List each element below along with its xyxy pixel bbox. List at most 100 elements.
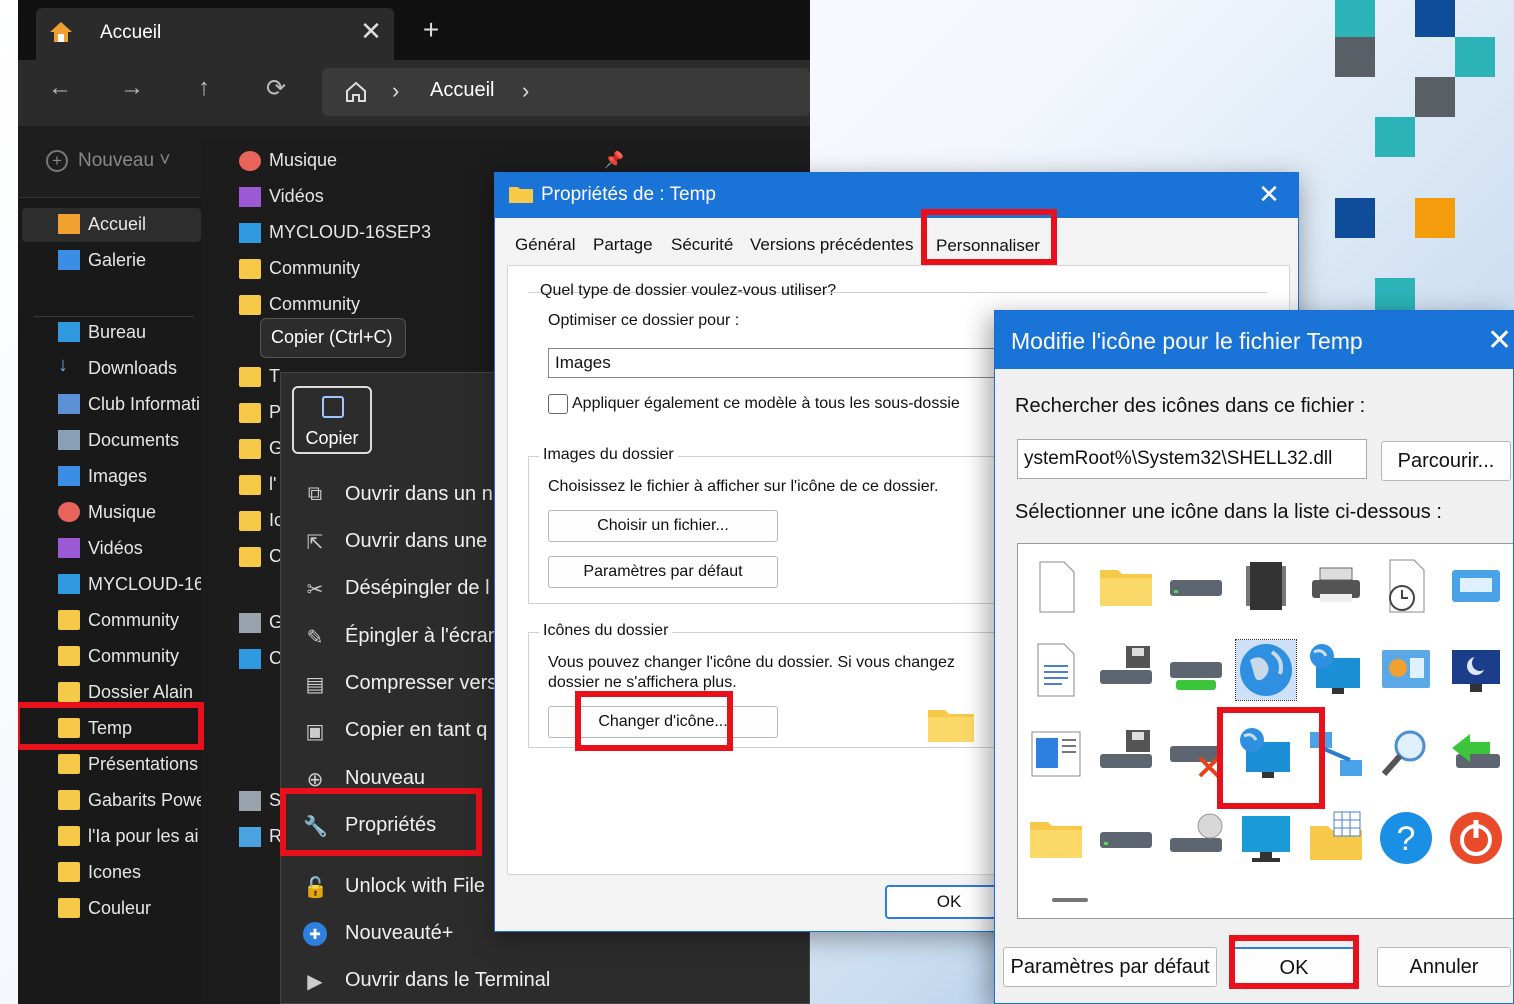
breadcrumb-separator-icon[interactable]: › (392, 78, 399, 104)
floppy-drive-icon[interactable] (1096, 724, 1156, 784)
magnifier-icon[interactable] (1376, 724, 1436, 784)
sidebar-item-8[interactable]: Vidéos (22, 532, 201, 566)
cd-drive-icon[interactable] (1166, 808, 1226, 868)
icon-file-path-input[interactable]: ystemRoot%\System32\SHELL32.dll (1017, 439, 1367, 479)
globe-monitor-icon[interactable] (1306, 640, 1366, 700)
address-bar[interactable]: › Accueil › (322, 68, 810, 116)
folder-icon (239, 439, 261, 459)
videos-icon (58, 538, 80, 558)
optimize-select[interactable]: Images (548, 348, 1008, 378)
change-icon-button[interactable]: Changer d'icône... (548, 706, 778, 738)
apply-subfolders-checkbox[interactable] (548, 394, 568, 414)
copy-path-icon: ▣ (305, 721, 325, 743)
text-document-icon[interactable] (1026, 640, 1086, 700)
tab-general[interactable]: Général (515, 235, 575, 255)
printer-icon[interactable] (1306, 556, 1366, 616)
window-icon[interactable] (1446, 556, 1506, 616)
sidebar-item-15[interactable]: Gabarits Powe (22, 784, 201, 818)
drive-icon[interactable] (1096, 808, 1156, 868)
choose-file-button[interactable]: Choisir un fichier... (548, 510, 778, 542)
folder-icon (239, 475, 261, 495)
globe-monitor-icon[interactable] (1236, 724, 1296, 784)
arrow-drive-icon[interactable] (1446, 724, 1506, 784)
sidebar-item-10[interactable]: Community (22, 604, 201, 638)
sidebar-divider (34, 316, 194, 317)
browse-button[interactable]: Parcourir... (1381, 441, 1511, 481)
folder-icon (239, 547, 261, 567)
horizontal-scrollbar[interactable] (1052, 898, 1088, 902)
icon-list[interactable]: ? (1017, 543, 1513, 919)
sidebar-item-2[interactable]: Bureau (22, 316, 201, 350)
sidebar-item-6[interactable]: Images (22, 460, 201, 494)
drive-icon (239, 613, 261, 633)
sidebar-item-label: Temp (88, 718, 133, 738)
forward-icon[interactable]: → (114, 74, 150, 102)
chip-icon[interactable] (1236, 556, 1296, 616)
close-tab-icon[interactable]: ✕ (356, 16, 386, 47)
sidebar-item-13[interactable]: Temp (22, 712, 201, 746)
sidebar-item-11[interactable]: Community (22, 640, 201, 674)
new-button[interactable]: + Nouveau ˅ (46, 150, 170, 172)
sidebar-item-7[interactable]: Musique (22, 496, 201, 530)
sidebar-item-12[interactable]: Dossier Alain (22, 676, 201, 710)
control-panel-icon[interactable] (1376, 640, 1436, 700)
monitor-icon[interactable] (1236, 808, 1296, 868)
sidebar-item-1[interactable]: Galerie (22, 244, 201, 278)
sidebar-item-17[interactable]: Icones (22, 856, 201, 890)
tab-customize[interactable]: Personnaliser (936, 236, 1040, 256)
folder-icon (239, 403, 261, 423)
sidebar-item-0[interactable]: Accueil (22, 208, 201, 242)
breadcrumb-accueil[interactable]: Accueil (430, 79, 494, 102)
open-new-tab-icon: ⇱ (306, 532, 324, 554)
tab-accueil[interactable]: Accueil ✕ (36, 8, 394, 60)
breadcrumb-separator-icon[interactable]: › (522, 78, 529, 104)
decor-square (1455, 37, 1495, 77)
tab-sharing[interactable]: Partage (593, 235, 653, 255)
sidebar-item-14[interactable]: Présentations (22, 748, 201, 782)
restore-defaults-button[interactable]: Paramètres par défaut (1003, 947, 1217, 987)
drive-error-icon[interactable] (1166, 724, 1226, 784)
home-outline-icon[interactable] (344, 80, 368, 104)
ok-button[interactable]: OK (1231, 947, 1357, 987)
context-menu-label: Nouveau (345, 767, 426, 789)
floppy-drive-icon[interactable] (1096, 640, 1156, 700)
decor-square (1415, 198, 1455, 238)
context-menu-label: Ouvrir dans un n (345, 483, 493, 505)
drive-icon[interactable] (1166, 556, 1226, 616)
monitor-icon (58, 574, 80, 594)
folder-icon[interactable] (1096, 556, 1156, 616)
context-menu-label: Propriétés (345, 814, 437, 836)
navigation-pane: Accueil Galerie Bureau ↓ Downloads Club Infor… (18, 198, 201, 1004)
cancel-button[interactable]: Annuler (1377, 947, 1511, 987)
tab-security[interactable]: Sécurité (671, 235, 733, 255)
monitor-icon (239, 223, 261, 243)
battery-drive-icon[interactable] (1166, 640, 1226, 700)
folder-grid-icon[interactable] (1306, 808, 1366, 868)
sidebar-item-16[interactable]: l'Ia pour les ai (22, 820, 201, 854)
sidebar-item-4[interactable]: Club Informati (22, 388, 201, 422)
blank-document-icon[interactable] (1026, 556, 1086, 616)
blue-document-icon[interactable] (1026, 724, 1086, 784)
network-icon[interactable] (1306, 724, 1366, 784)
restore-defaults-button[interactable]: Paramètres par défaut (548, 556, 778, 588)
sidebar-item-5[interactable]: Documents (22, 424, 201, 458)
tab-previous-versions[interactable]: Versions précédentes (750, 235, 914, 255)
sleep-monitor-icon[interactable] (1446, 640, 1506, 700)
folder-icon[interactable] (1026, 808, 1086, 868)
globe-icon[interactable] (1235, 639, 1297, 701)
sidebar-item-18[interactable]: Couleur (22, 892, 201, 926)
copy-button[interactable]: Copier (292, 386, 372, 454)
new-tab-button[interactable]: + (416, 14, 446, 46)
sidebar-item-9[interactable]: MYCLOUD-16S (22, 568, 201, 602)
content-item-label: T (269, 366, 280, 386)
sidebar-item-label: Downloads (88, 358, 178, 378)
sidebar-item-3[interactable]: ↓ Downloads (22, 352, 201, 386)
up-icon[interactable]: ↑ (186, 74, 222, 102)
power-icon[interactable] (1446, 808, 1506, 868)
help-icon[interactable]: ? (1376, 808, 1436, 868)
refresh-icon[interactable]: ⟳ (258, 74, 294, 103)
close-icon[interactable]: ✕ (1487, 323, 1513, 358)
clock-document-icon[interactable] (1376, 556, 1436, 616)
close-icon[interactable]: ✕ (1254, 179, 1284, 210)
back-icon[interactable]: ← (42, 74, 78, 102)
